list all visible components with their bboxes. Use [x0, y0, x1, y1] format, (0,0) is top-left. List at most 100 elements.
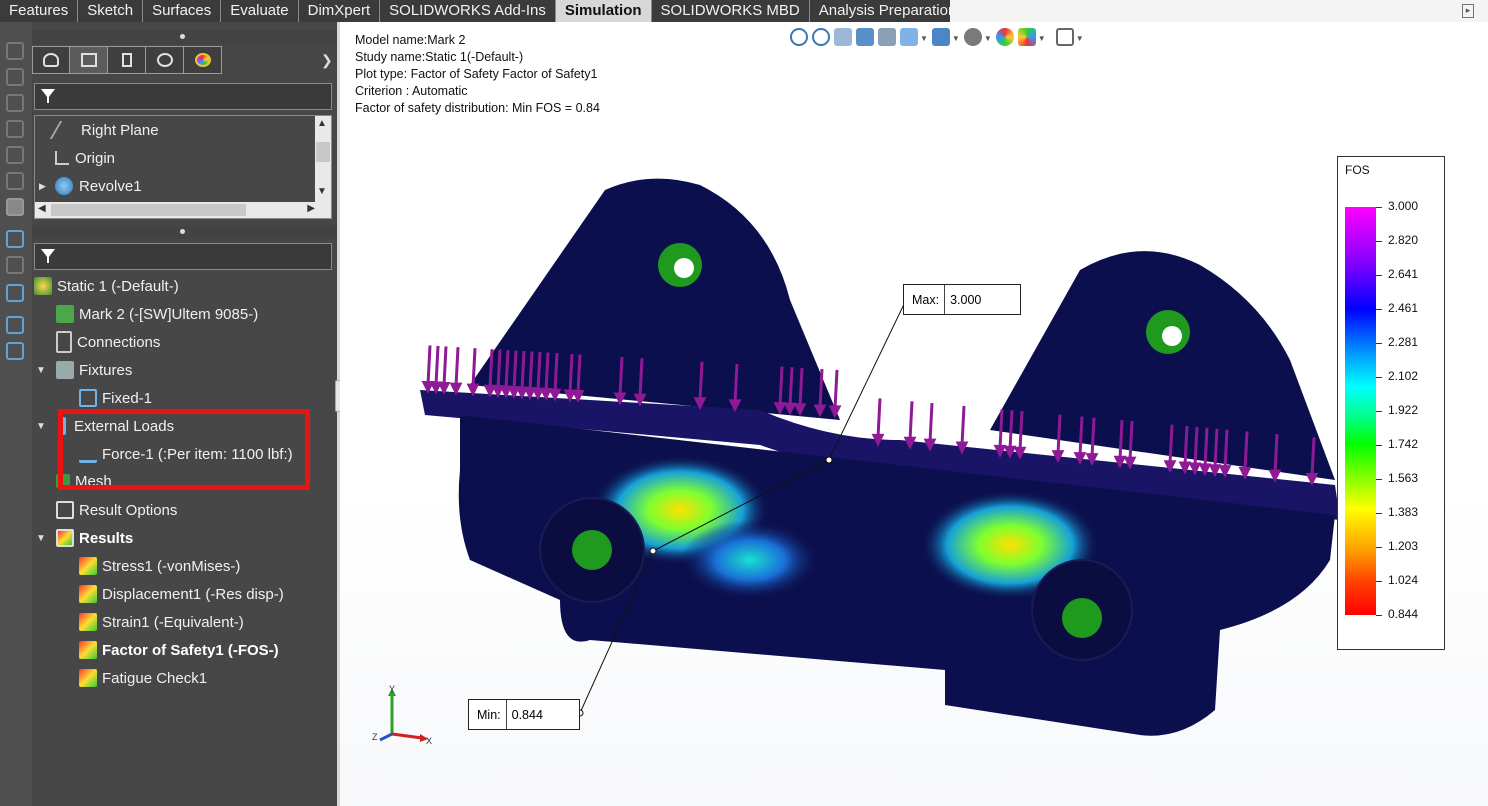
- edit-appearance-icon[interactable]: [995, 28, 1014, 46]
- hide-show-items-icon[interactable]: [963, 28, 982, 46]
- view-orientation-icon[interactable]: [900, 28, 918, 46]
- tab-configuration-manager[interactable]: [108, 46, 146, 74]
- tab-solidworks-add-ins[interactable]: SOLIDWORKS Add-Ins: [380, 0, 556, 22]
- tab-property-manager[interactable]: [70, 46, 108, 74]
- tab-evaluate[interactable]: Evaluate: [221, 0, 299, 22]
- load-arrow: [698, 361, 704, 401]
- manager-tabs: [32, 46, 334, 76]
- tree-item-result[interactable]: Factor of Safety1 (-FOS-): [79, 636, 279, 664]
- view-cube-icon[interactable]: [6, 120, 24, 138]
- dropdown-caret-icon[interactable]: ▼: [920, 34, 928, 46]
- bracket-icon[interactable]: [6, 256, 24, 274]
- expand-toolbar-icon[interactable]: ▸: [1462, 4, 1474, 18]
- load-arrow-head: [437, 381, 451, 395]
- tab-surfaces[interactable]: Surfaces: [143, 0, 222, 22]
- legend-tick: [1376, 445, 1382, 446]
- scroll-left-icon[interactable]: ◀: [38, 203, 46, 214]
- load-arrow: [454, 347, 460, 387]
- tree-item-fixtures[interactable]: ▼ Fixtures: [36, 356, 132, 384]
- view-settings-icon[interactable]: [1055, 28, 1074, 46]
- panel-grip[interactable]: [32, 30, 337, 44]
- tree-item-study[interactable]: Static 1 (-Default-): [34, 272, 179, 300]
- scroll-right-icon[interactable]: ▶: [307, 203, 315, 214]
- connections-label: Connections: [77, 333, 161, 351]
- tab-dimxpert[interactable]: DimXpert: [298, 0, 381, 22]
- collapse-arrow-icon[interactable]: ▼: [36, 365, 50, 376]
- tab-sketch[interactable]: Sketch: [78, 0, 144, 22]
- right-lug: [990, 251, 1335, 480]
- load-arrow: [833, 369, 839, 409]
- tree-item-result-options[interactable]: Result Options: [56, 496, 177, 524]
- collapse-arrow-icon[interactable]: ▼: [36, 421, 50, 432]
- tab-solidworks-mbd[interactable]: SOLIDWORKS MBD: [651, 0, 810, 22]
- previous-view-icon[interactable]: [834, 28, 852, 46]
- zoom-to-fit-icon[interactable]: [790, 28, 808, 46]
- solid-box-icon[interactable]: [6, 198, 24, 216]
- monitor-icon[interactable]: [6, 284, 24, 302]
- probe-point[interactable]: [825, 456, 833, 464]
- view-cube-icon[interactable]: [6, 94, 24, 112]
- load-arrow-head: [449, 382, 463, 396]
- tab-feature-manager[interactable]: [32, 46, 70, 74]
- dynamic-annotation-icon[interactable]: [878, 28, 896, 46]
- tree-item-part[interactable]: Mark 2 (-[SW]Ultem 9085-): [56, 300, 258, 328]
- chevron-right-icon[interactable]: ❯: [321, 52, 333, 69]
- view-cube-icon[interactable]: [6, 42, 24, 60]
- min-probe-point[interactable]: [649, 547, 657, 555]
- tree-item-result[interactable]: Stress1 (-vonMises-): [79, 552, 240, 580]
- feature-filter-input[interactable]: [34, 83, 332, 110]
- tab-dimxpert-manager[interactable]: [146, 46, 184, 74]
- dropdown-caret-icon[interactable]: ▼: [1076, 34, 1084, 46]
- result-plot-icon: [79, 669, 97, 687]
- tree-item-revolve1[interactable]: ▶ Revolve1: [39, 173, 142, 199]
- collapse-arrow-icon[interactable]: ▼: [36, 533, 50, 544]
- scroll-up-icon[interactable]: ▲: [317, 118, 327, 129]
- min-callout-value: 0.844: [511, 707, 543, 722]
- dropdown-caret-icon[interactable]: ▼: [1038, 34, 1046, 46]
- apply-scene-icon[interactable]: [1017, 28, 1036, 46]
- load-arrow: [876, 398, 882, 438]
- display-style-icon[interactable]: [931, 28, 950, 46]
- view-cube-icon[interactable]: [6, 172, 24, 190]
- panel-grip[interactable]: [32, 225, 337, 239]
- tab-display-manager[interactable]: [184, 46, 222, 74]
- tree-item-right-plane[interactable]: Right Plane: [49, 117, 159, 143]
- section-view-icon[interactable]: [856, 28, 874, 46]
- assembly-icon[interactable]: [6, 342, 24, 360]
- vertical-scrollbar[interactable]: ▲ ▼: [315, 116, 331, 202]
- dropdown-caret-icon[interactable]: ▼: [952, 34, 960, 46]
- tab-features[interactable]: Features: [0, 0, 79, 22]
- fixed-icon: [79, 389, 97, 407]
- scroll-thumb[interactable]: [316, 142, 330, 162]
- horizontal-scrollbar[interactable]: ◀ ▶: [35, 202, 331, 218]
- simulation-filter-input[interactable]: [34, 243, 332, 270]
- tree-item-origin[interactable]: Origin: [55, 145, 115, 171]
- tree-item-result[interactable]: Displacement1 (-Res disp-): [79, 580, 284, 608]
- load-arrow: [1243, 431, 1249, 471]
- part-icon[interactable]: [6, 316, 24, 334]
- min-callout[interactable]: Min: 0.844: [468, 699, 580, 730]
- load-arrow-head: [633, 393, 647, 407]
- view-cube-icon[interactable]: [6, 68, 24, 86]
- left-lug: [470, 178, 840, 420]
- view-cube-icon[interactable]: [6, 146, 24, 164]
- heads-up-view-toolbar: ▼ ▼ ▼ ▼ ▼: [790, 28, 1084, 46]
- max-callout[interactable]: Max: 3.000: [903, 284, 1021, 315]
- tab-analysis-preparation[interactable]: Analysis Preparation: [809, 0, 967, 22]
- tree-item-connections[interactable]: Connections: [56, 328, 160, 356]
- tree-item-fixed[interactable]: Fixed-1: [79, 384, 152, 412]
- tree-item-result[interactable]: Fatigue Check1: [79, 664, 207, 692]
- scroll-thumb[interactable]: [51, 204, 246, 216]
- zoom-to-area-icon[interactable]: [812, 28, 830, 46]
- legend-tick: [1376, 343, 1382, 344]
- load-arrow: [512, 350, 518, 390]
- tree-item-results[interactable]: ▼ Results: [36, 524, 133, 552]
- tree-item-result[interactable]: Strain1 (-Equivalent-): [79, 608, 244, 636]
- scroll-down-icon[interactable]: ▼: [317, 186, 327, 197]
- tab-simulation[interactable]: Simulation: [555, 0, 652, 22]
- expand-arrow-icon[interactable]: ▶: [39, 181, 55, 192]
- simulation-study-icon[interactable]: [6, 230, 24, 248]
- dropdown-caret-icon[interactable]: ▼: [984, 34, 992, 46]
- fos-legend[interactable]: FOS 3.000 2.820 2.641 2.461 2.281 2.102 1.922 1…: [1337, 156, 1445, 650]
- fos-plot-model[interactable]: [340, 22, 1488, 806]
